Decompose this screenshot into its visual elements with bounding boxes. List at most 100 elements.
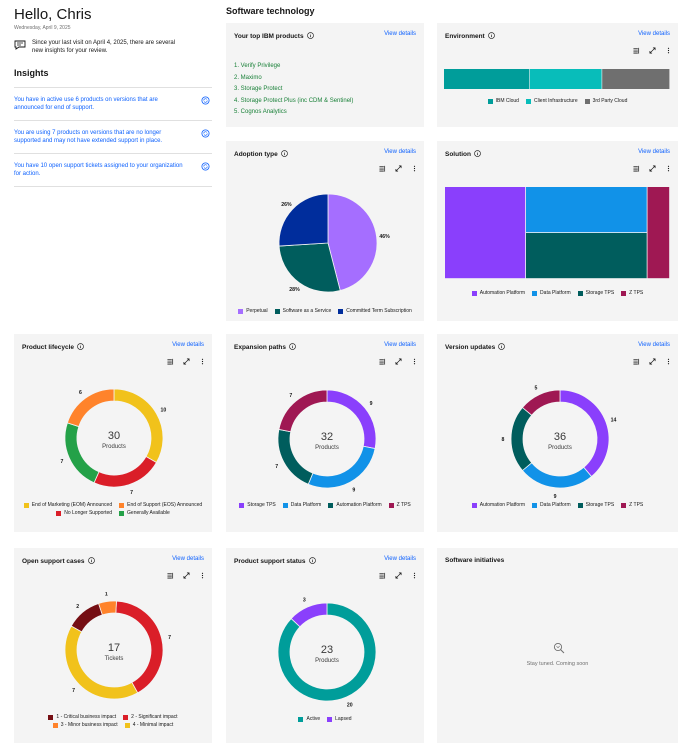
product-link[interactable]: 5. Cognos Analytics	[234, 107, 353, 119]
slice[interactable]	[113, 388, 164, 464]
legend-item[interactable]: IBM Cloud	[487, 98, 519, 104]
legend-item[interactable]: Z TPS	[388, 502, 411, 508]
info-icon[interactable]	[87, 557, 95, 564]
info-icon[interactable]	[308, 557, 316, 564]
table-view-icon[interactable]	[167, 358, 174, 365]
legend-item[interactable]: 2 - Significant impact	[123, 714, 178, 720]
info-icon[interactable]	[280, 150, 288, 157]
legend-item[interactable]: Generally Available	[119, 510, 170, 516]
legend-item[interactable]: Data Platform	[532, 502, 571, 508]
legend-item[interactable]: Storage TPS	[577, 502, 614, 508]
overflow-menu-icon[interactable]	[199, 572, 206, 579]
legend-item[interactable]: Active	[298, 716, 320, 722]
slice[interactable]	[521, 389, 561, 416]
info-icon[interactable]	[487, 32, 495, 39]
expand-icon[interactable]	[649, 165, 656, 172]
slice[interactable]	[307, 445, 376, 489]
legend-item[interactable]: 4 - Minimal impact	[124, 722, 173, 728]
view-details-link[interactable]: View details	[172, 556, 204, 562]
legend-item[interactable]: Z TPS	[621, 290, 643, 296]
expand-icon[interactable]	[395, 165, 402, 172]
insight-item[interactable]: You have 10 open support tickets assigne…	[14, 153, 212, 187]
legend-item[interactable]: 1 - Critical business impact	[48, 714, 116, 720]
insight-text[interactable]: You are using 7 products on versions tha…	[14, 129, 186, 145]
overflow-menu-icon[interactable]	[199, 358, 206, 365]
info-icon[interactable]	[474, 150, 481, 157]
info-icon[interactable]	[306, 32, 314, 39]
expand-icon[interactable]	[183, 358, 190, 365]
view-details-link[interactable]: View details	[384, 149, 416, 155]
view-details-link[interactable]: View details	[172, 342, 204, 348]
legend-item[interactable]: 3 - Minor business impact	[52, 722, 118, 728]
treemap-cell[interactable]	[526, 187, 647, 233]
slice[interactable]	[510, 406, 533, 472]
view-details-link[interactable]: View details	[384, 31, 416, 37]
legend-item[interactable]: Client Infrastructure	[525, 98, 578, 104]
legend-item[interactable]: Perpetual	[238, 308, 268, 314]
overflow-menu-icon[interactable]	[665, 358, 672, 365]
expand-icon[interactable]	[649, 47, 656, 54]
legend-item[interactable]: Data Platform	[282, 502, 321, 508]
view-details-link[interactable]: View details	[638, 149, 670, 155]
slice[interactable]	[93, 455, 157, 488]
overflow-menu-icon[interactable]	[411, 358, 418, 365]
expand-icon[interactable]	[395, 572, 402, 579]
table-view-icon[interactable]	[167, 572, 174, 579]
treemap-cell[interactable]	[647, 187, 670, 279]
legend-item[interactable]: Storage TPS	[577, 290, 614, 296]
arrow-circle-icon[interactable]	[201, 162, 210, 171]
table-view-icon[interactable]	[379, 572, 386, 579]
legend-item[interactable]: Storage TPS	[239, 502, 276, 508]
slice[interactable]	[64, 625, 139, 700]
insight-item[interactable]: You are using 7 products on versions tha…	[14, 120, 212, 153]
insight-text[interactable]: You have 10 open support tickets assigne…	[14, 162, 186, 178]
treemap-cell[interactable]	[445, 187, 526, 279]
product-link[interactable]: 3. Storage Protect	[234, 84, 353, 96]
legend-item[interactable]: Lapsed	[327, 716, 352, 722]
bar-segment[interactable]	[602, 69, 670, 89]
slice[interactable]	[278, 389, 328, 433]
legend-item[interactable]: Automation Platform	[471, 502, 525, 508]
arrow-circle-icon[interactable]	[201, 96, 210, 105]
legend-item[interactable]: Z TPS	[621, 502, 643, 508]
slice[interactable]	[326, 389, 377, 450]
legend-item[interactable]: Automation Platform	[328, 502, 382, 508]
slice[interactable]	[277, 428, 314, 485]
table-view-icon[interactable]	[633, 165, 640, 172]
insight-text[interactable]: You have in active use 6 products on ver…	[14, 96, 186, 112]
legend-item[interactable]: 3rd Party Cloud	[584, 98, 627, 104]
slice[interactable]	[98, 600, 117, 616]
view-details-link[interactable]: View details	[638, 31, 670, 37]
slice[interactable]	[521, 462, 593, 489]
view-details-link[interactable]: View details	[384, 556, 416, 562]
expand-icon[interactable]	[183, 572, 190, 579]
arrow-circle-icon[interactable]	[201, 129, 210, 138]
legend-item[interactable]: Data Platform	[532, 290, 571, 296]
view-details-link[interactable]: View details	[384, 342, 416, 348]
product-link[interactable]: 1. Verify Privilege	[234, 61, 353, 73]
treemap-cell[interactable]	[526, 233, 647, 279]
legend-item[interactable]: Automation Platform	[471, 290, 525, 296]
overflow-menu-icon[interactable]	[665, 165, 672, 172]
info-icon[interactable]	[498, 343, 506, 350]
legend-item[interactable]: Committed Term Subscription	[338, 308, 412, 314]
table-view-icon[interactable]	[633, 47, 640, 54]
slice[interactable]	[115, 600, 164, 694]
legend-item[interactable]: No Longer Supported	[56, 510, 112, 516]
slice[interactable]	[66, 388, 115, 428]
legend-item[interactable]: End of Support (EOS) Announced	[119, 502, 202, 508]
product-link[interactable]: 4. Storage Protect Plus (inc CDM & Senti…	[234, 96, 353, 108]
expand-icon[interactable]	[395, 358, 402, 365]
table-view-icon[interactable]	[379, 165, 386, 172]
view-details-link[interactable]: View details	[638, 342, 670, 348]
overflow-menu-icon[interactable]	[411, 572, 418, 579]
product-link[interactable]: 2. Maximo	[234, 73, 353, 85]
insight-item[interactable]: You have in active use 6 products on ver…	[14, 87, 212, 120]
overflow-menu-icon[interactable]	[411, 165, 418, 172]
info-icon[interactable]	[77, 343, 84, 350]
slice[interactable]	[559, 389, 610, 478]
legend-item[interactable]: Software as a Service	[274, 308, 331, 314]
expand-icon[interactable]	[649, 358, 656, 365]
slice[interactable]	[290, 602, 328, 628]
overflow-menu-icon[interactable]	[665, 47, 672, 54]
